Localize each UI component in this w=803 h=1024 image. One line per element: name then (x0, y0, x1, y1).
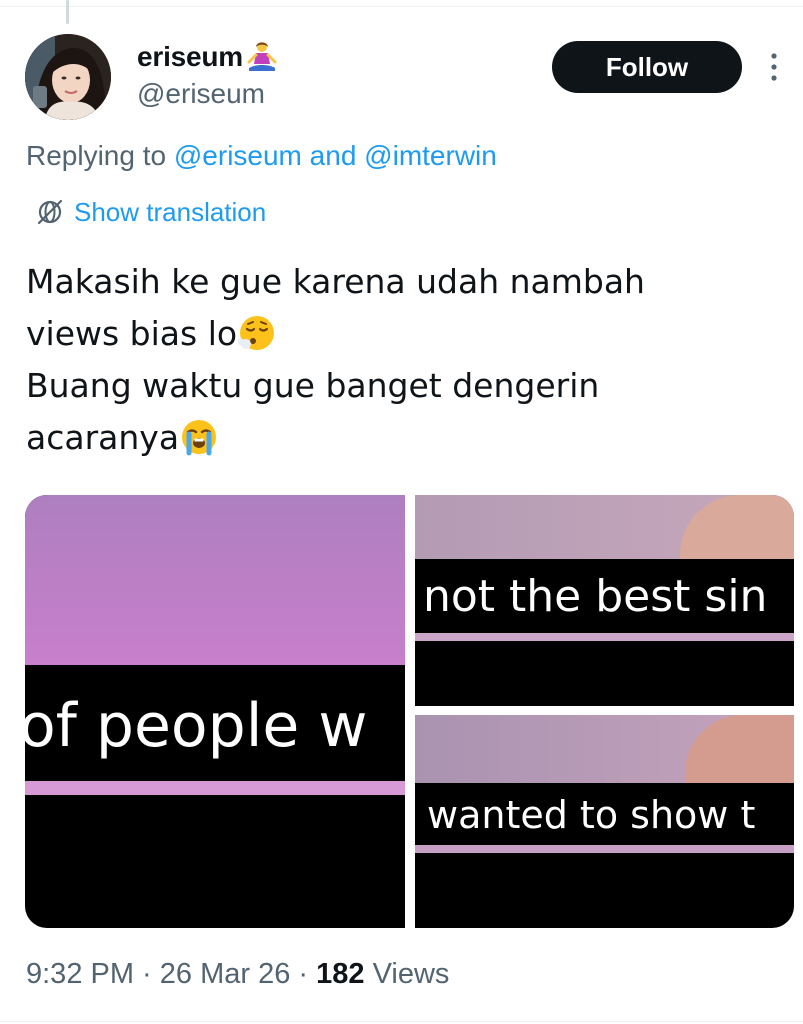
avatar[interactable] (25, 34, 111, 120)
thread-connector-line (66, 0, 69, 24)
media-image-2[interactable]: not the best sin (415, 495, 794, 706)
meta-separator: · (134, 958, 160, 990)
mention-link-imterwin[interactable]: @imterwin (364, 140, 497, 171)
globe-translate-icon (37, 199, 63, 225)
reply-context: Replying to @eriseum and @imterwin (26, 140, 497, 172)
show-translation-link[interactable]: Show translation (34, 196, 266, 228)
image-2-stripe (415, 633, 794, 641)
image-1-sky (25, 495, 405, 665)
tweet-line-4-wrapper: acaranya (26, 412, 786, 464)
tweet-line-2: views bias lo (26, 314, 238, 353)
mention-link-eriseum[interactable]: @eriseum (174, 140, 302, 171)
tweet-body: Makasih ke gue karena udah nambah views … (26, 256, 786, 464)
media-image-1[interactable]: of people w (25, 495, 405, 928)
bottom-divider (0, 1021, 803, 1022)
tweet-line-4: acaranya (26, 418, 180, 457)
media-grid: of people w not the best sin wanted to s… (25, 495, 794, 928)
person-in-lotus-position-emoji (247, 42, 277, 71)
follow-button[interactable]: Follow (552, 41, 742, 93)
tweet-date[interactable]: 26 Mar 26 (160, 958, 291, 990)
reply-conjunction: and (301, 140, 365, 171)
more-vertical-icon[interactable] (764, 48, 784, 88)
tweet-line-2-wrapper: views bias lo (26, 308, 786, 360)
reply-prefix: Replying to (26, 140, 174, 171)
image-3-stripe (415, 845, 794, 853)
image-1-stripe (25, 781, 405, 795)
tweet-time[interactable]: 9:32 PM (26, 958, 134, 990)
author-name-row[interactable]: eriseum (137, 38, 279, 76)
views-label[interactable]: Views (365, 958, 450, 990)
views-count[interactable]: 182 (316, 958, 364, 990)
author-handle[interactable]: @eriseum (137, 78, 265, 110)
image-1-caption: of people w (25, 691, 368, 761)
face-exhaling-emoji (237, 316, 275, 350)
loudly-crying-face-emoji (182, 420, 217, 456)
image-2-caption: not the best sin (423, 571, 768, 622)
show-translation-label[interactable]: Show translation (74, 197, 266, 228)
author-display-name[interactable]: eriseum (137, 41, 243, 73)
avatar-image (25, 34, 111, 120)
tweet-meta: 9:32 PM · 26 Mar 26 · 182 Views (26, 958, 449, 991)
media-image-3[interactable]: wanted to show t (415, 715, 794, 928)
tweet-line-1: Makasih ke gue karena udah nambah (26, 262, 645, 301)
top-divider (0, 6, 803, 7)
image-3-caption: wanted to show t (427, 793, 756, 837)
tweet-line-3: Buang waktu gue banget dengerin (26, 366, 600, 405)
meta-separator: · (290, 958, 317, 990)
